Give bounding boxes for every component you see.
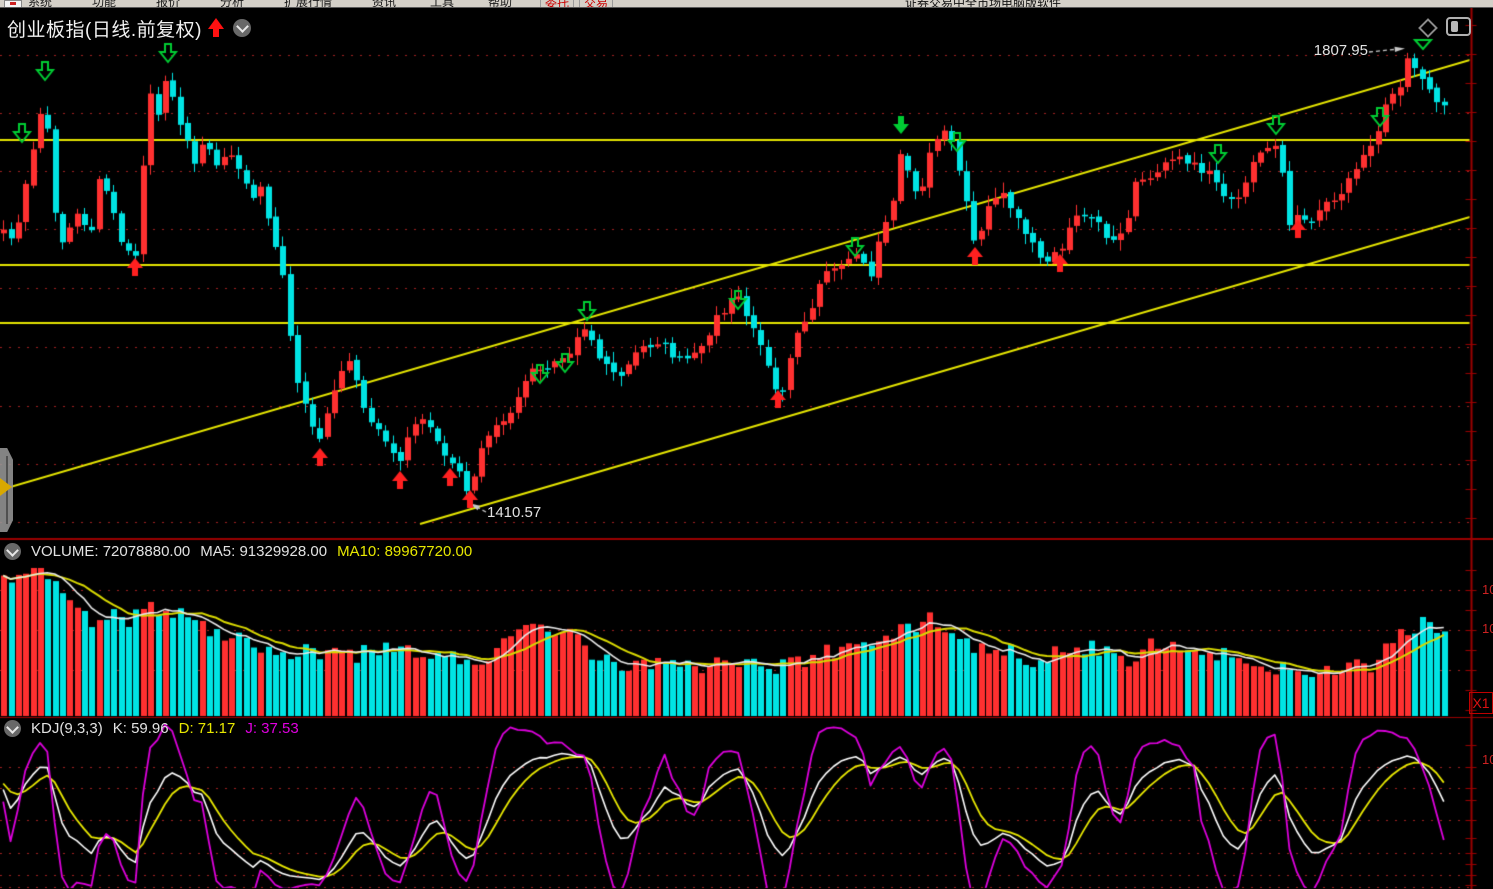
menu-quote[interactable]: 报价 — [156, 0, 180, 8]
kdj-label: KDJ(9,3,3) — [31, 720, 103, 737]
volume-axis-label: 10 — [1482, 621, 1493, 636]
trend-up-arrow-icon — [208, 18, 224, 38]
low-price-label: 1410.57 — [487, 504, 541, 521]
menu-trade-button[interactable]: 交易 — [579, 0, 613, 8]
menu-news[interactable]: 资讯 — [372, 0, 396, 8]
kdj-collapse-button[interactable] — [4, 720, 21, 737]
volume-panel-header: VOLUME: 72078880.00 MA5: 91329928.00 MA1… — [4, 543, 472, 560]
kdj-d-value: D: 71.17 — [179, 720, 236, 737]
chevron-down-icon — [236, 20, 249, 33]
chart-canvas[interactable] — [0, 0, 1493, 889]
menu-extended[interactable]: 扩展行情 — [284, 0, 332, 8]
kdj-k-value: K: 59.96 — [113, 720, 169, 737]
menu-entrust-button[interactable]: 委托 — [540, 0, 574, 8]
high-price-label: 1807.95 — [1280, 42, 1368, 59]
trading-app-window: { "menubar": { "items": ["系统", "功能", "报价… — [0, 0, 1493, 889]
menu-help[interactable]: 帮助 — [488, 0, 512, 8]
menubar: 系统 功能 报价 分析 扩展行情 资讯 工具 帮助 委托 交易 证券交易中全市场… — [0, 0, 1493, 8]
volume-collapse-button[interactable] — [4, 543, 21, 560]
layout-pane-icon — [1451, 21, 1458, 32]
layout-toggle-button[interactable] — [1446, 17, 1471, 36]
menu-function[interactable]: 功能 — [92, 0, 116, 8]
trendline-anchor-icon — [0, 478, 12, 496]
menu-system[interactable]: 系统 — [28, 0, 52, 8]
x1-scale-badge[interactable]: X1 — [1469, 692, 1493, 714]
kdj-axis-label: 100 — [1482, 752, 1493, 767]
kdj-j-value: J: 37.53 — [245, 720, 298, 737]
menu-analysis[interactable]: 分析 — [220, 0, 244, 8]
kdj-panel-header: KDJ(9,3,3) K: 59.96 D: 71.17 J: 37.53 — [4, 720, 299, 737]
volume-ma10-value: MA10: 89967720.00 — [337, 543, 472, 560]
title-collapse-button[interactable] — [233, 19, 251, 37]
chevron-down-icon — [6, 721, 19, 734]
menu-tools[interactable]: 工具 — [430, 0, 454, 8]
app-logo-icon[interactable] — [4, 0, 22, 8]
volume-ma5-value: MA5: 91329928.00 — [200, 543, 327, 560]
volume-label: VOLUME: 72078880.00 — [31, 543, 190, 560]
chevron-down-icon — [6, 544, 19, 557]
menubar-right-text: 证券交易中全市场电脑版软件 — [905, 0, 1061, 8]
chart-title: 创业板指(日线.前复权) — [7, 15, 202, 42]
volume-axis-label: 10 — [1482, 582, 1493, 597]
